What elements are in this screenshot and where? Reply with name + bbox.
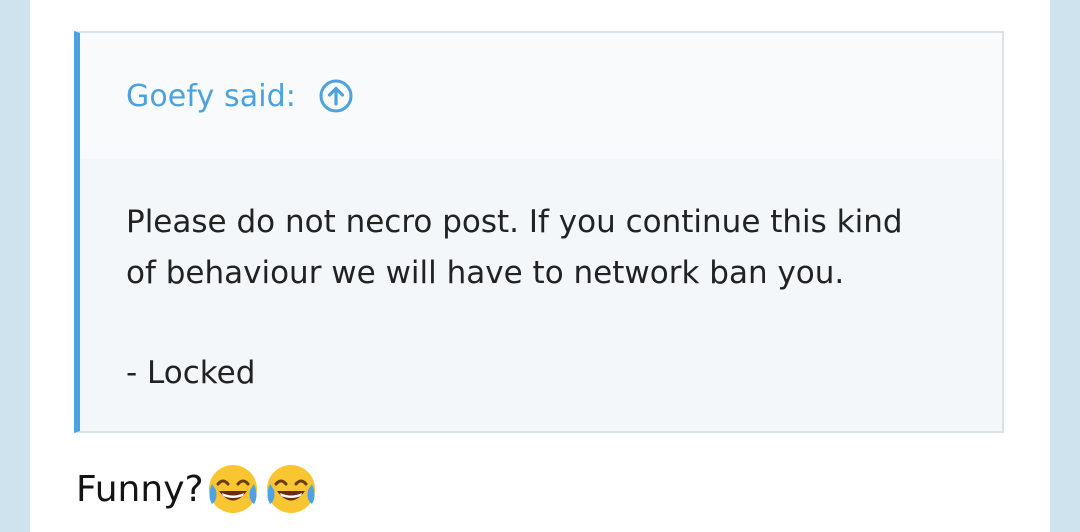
post-card: Goefy said: Please do not necro post. If… (30, 0, 1050, 532)
quote-author-link[interactable]: Goefy said: (126, 79, 296, 114)
quote-text-line: of behaviour we will have to network ban… (126, 255, 845, 291)
arrow-up-circle-icon[interactable] (318, 78, 354, 114)
reply-message: Funny? (76, 460, 320, 518)
quote-signature: - Locked (126, 355, 256, 391)
tears-of-joy-emoji-icon (262, 460, 320, 518)
quote-body: Please do not necro post. If you continu… (80, 159, 1002, 399)
quote-header: Goefy said: (80, 33, 1002, 159)
quote-block: Goefy said: Please do not necro post. If… (74, 31, 1004, 433)
tears-of-joy-emoji-icon (204, 460, 262, 518)
reply-text: Funny? (76, 468, 204, 510)
quote-text-line: Please do not necro post. If you continu… (126, 204, 903, 240)
